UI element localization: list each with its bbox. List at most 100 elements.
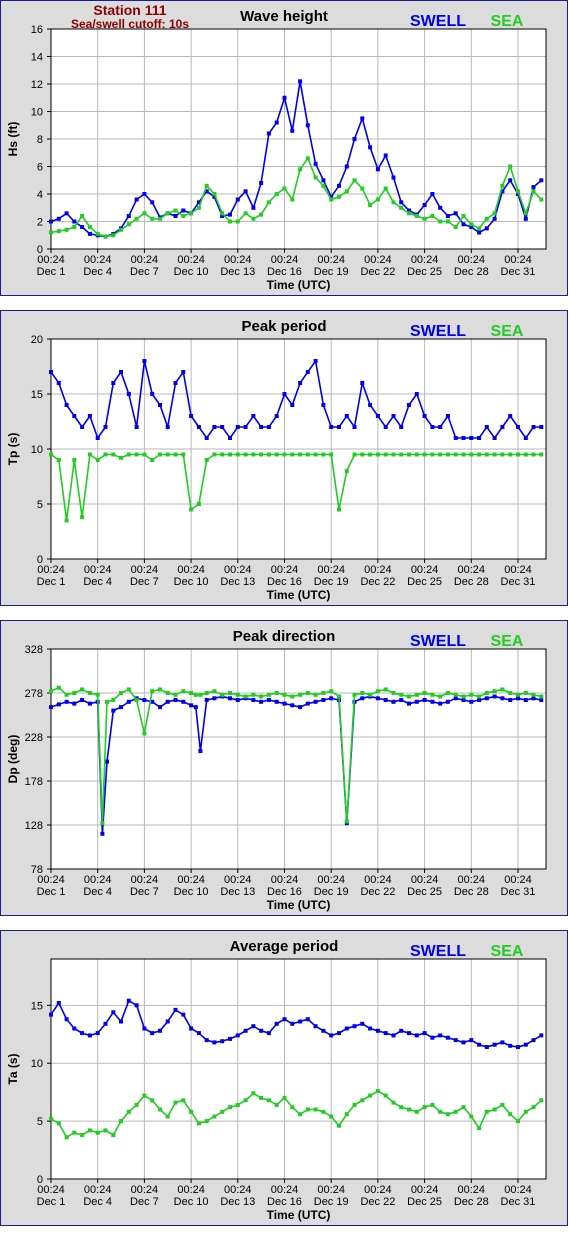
chart-peak-period: 00:24Dec 100:24Dec 400:24Dec 700:24Dec 1… (6, 318, 547, 602)
data-point-sea (111, 233, 116, 238)
legend-sea: SEA (491, 633, 524, 650)
data-point-swell (523, 436, 528, 440)
x-tick-label-date: Dec 16 (267, 266, 302, 278)
data-point-sea (414, 214, 419, 218)
x-tick-label-time: 00:24 (271, 1184, 299, 1196)
x-tick-label-time: 00:24 (177, 564, 205, 576)
x-tick-label-date: Dec 31 (501, 1196, 536, 1208)
data-point-sea (72, 225, 77, 229)
x-tick-label-time: 00:24 (177, 1184, 205, 1196)
data-point-swell (360, 381, 365, 385)
data-point-sea (531, 452, 536, 457)
data-point-sea (134, 698, 139, 702)
data-point-sea (298, 692, 303, 697)
x-tick-label-time: 00:24 (458, 1184, 486, 1196)
data-point-sea (368, 692, 373, 697)
data-point-swell (508, 178, 513, 183)
x-tick-label-date: Dec 13 (220, 576, 255, 588)
data-point-sea (111, 698, 116, 702)
data-point-swell (438, 1033, 443, 1038)
data-point-sea (305, 691, 310, 695)
data-point-swell (305, 123, 310, 128)
data-point-sea (235, 452, 240, 457)
data-point-sea (158, 452, 162, 457)
x-tick-label-date: Dec 1 (37, 266, 66, 278)
data-point-swell (95, 1031, 100, 1036)
data-point-sea (344, 1112, 349, 1117)
data-point-sea (165, 691, 170, 695)
chart-title: Peak direction (233, 628, 336, 645)
data-point-swell (212, 425, 217, 429)
data-point-sea (56, 1121, 61, 1126)
data-point-sea (158, 216, 162, 221)
data-point-swell (173, 698, 178, 702)
data-point-swell (165, 1019, 170, 1024)
data-point-sea (321, 691, 326, 695)
data-point-sea (95, 231, 100, 236)
data-point-sea (103, 1128, 108, 1133)
data-point-swell (383, 698, 388, 702)
x-tick-label-date: Dec 25 (407, 886, 442, 898)
data-point-swell (274, 1021, 279, 1026)
data-point-sea (64, 1135, 69, 1140)
data-point-swell (228, 1036, 232, 1041)
data-point-swell (492, 1042, 497, 1047)
x-tick-label-time: 00:24 (224, 564, 252, 576)
data-point-swell (126, 998, 131, 1003)
data-point-sea (445, 1112, 450, 1117)
data-point-sea (391, 1100, 396, 1105)
data-point-sea (282, 1095, 287, 1100)
chart-title: Peak period (241, 318, 326, 335)
data-point-swell (344, 164, 349, 169)
data-point-swell (414, 699, 419, 704)
data-point-swell (484, 1045, 489, 1049)
data-point-sea (391, 200, 396, 205)
data-point-sea (204, 691, 209, 695)
data-point-swell (383, 425, 388, 429)
data-point-sea (243, 211, 248, 216)
data-point-swell (64, 403, 69, 407)
data-point-swell (80, 1031, 85, 1036)
panel-average-period: 00:24 Dec 1 00:24 Dec 4 00:24 Dec 7 00:24 Dec 1… (0, 930, 568, 1226)
data-point-sea (484, 1109, 489, 1114)
x-tick-label-date: Dec 4 (83, 886, 112, 898)
x-tick-label-time: 00:24 (224, 874, 252, 886)
data-point-sea (484, 452, 489, 457)
data-point-sea (212, 1114, 217, 1119)
data-point-sea (142, 452, 147, 457)
data-point-sea (477, 1126, 482, 1131)
data-point-sea (298, 452, 303, 457)
data-point-swell (105, 759, 109, 764)
data-point-swell (430, 425, 435, 429)
x-tick-label-date: Dec 22 (360, 266, 395, 278)
data-point-sea (64, 227, 69, 232)
data-point-swell (150, 392, 155, 396)
data-point-swell (438, 701, 443, 706)
data-point-sea (165, 452, 170, 457)
y-tick-label: 278 (25, 688, 43, 700)
data-point-sea (445, 452, 450, 457)
data-point-swell (329, 696, 334, 701)
data-point-swell (516, 1045, 520, 1049)
data-point-swell (313, 1024, 318, 1029)
data-point-swell (274, 414, 279, 418)
data-point-sea (492, 452, 497, 457)
data-point-sea (344, 469, 349, 473)
data-point-swell (290, 703, 295, 708)
data-point-sea (422, 216, 427, 221)
data-point-swell (290, 128, 295, 133)
legend-swell: SWELL (410, 633, 466, 650)
data-point-sea (453, 692, 458, 697)
data-point-sea (290, 1105, 295, 1110)
data-point-swell (119, 705, 123, 710)
data-point-sea (150, 689, 155, 694)
data-point-swell (477, 698, 482, 702)
y-axis-label: Ta (s) (6, 1053, 20, 1084)
data-point-sea (407, 452, 411, 457)
data-point-sea (251, 692, 256, 697)
y-tick-label: 228 (25, 732, 43, 744)
data-point-sea (204, 1119, 209, 1124)
data-point-sea (173, 208, 178, 213)
data-point-swell (181, 699, 186, 704)
x-tick-label-date: Dec 25 (407, 266, 442, 278)
